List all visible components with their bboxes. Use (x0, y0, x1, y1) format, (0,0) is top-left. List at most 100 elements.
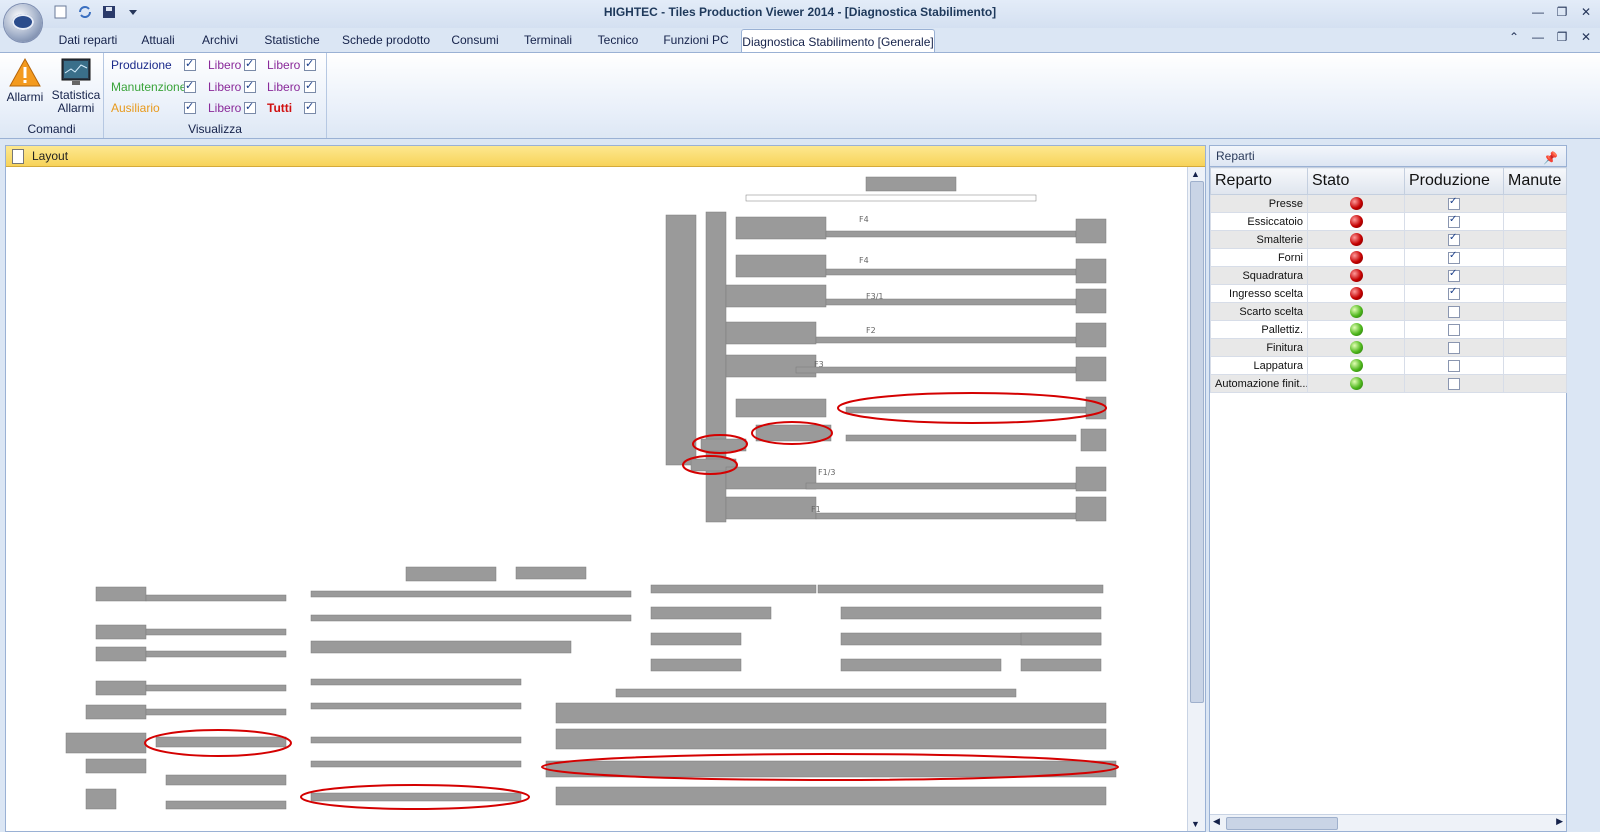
close-icon[interactable]: ✕ (1578, 5, 1594, 19)
libero-label-2: Libero (208, 80, 242, 94)
table-row[interactable]: Essiccatoio (1210, 212, 1567, 231)
layout-vertical-scrollbar[interactable]: ▲ ▼ (1187, 167, 1205, 831)
scroll-left-icon[interactable]: ◀ (1213, 816, 1220, 827)
table-row[interactable]: Ingresso scelta (1210, 284, 1567, 303)
produzione-cell (1404, 356, 1504, 375)
tab-attuali[interactable]: Attuali (135, 28, 181, 52)
status-alarm-icon (1349, 197, 1363, 210)
stato-cell (1307, 356, 1405, 375)
column-header-produzione[interactable]: Produzione (1404, 167, 1504, 195)
produzione-row-checkbox[interactable] (1448, 196, 1460, 210)
plant-layout-canvas[interactable]: F4 F4 F3/1 F2 F3 F1/3 F1 (6, 167, 1186, 831)
column-header-stato[interactable]: Stato (1307, 167, 1405, 195)
scroll-up-icon[interactable]: ▲ (1191, 169, 1200, 179)
tab-terminali[interactable]: Terminali (518, 28, 578, 52)
scroll-right-icon[interactable]: ▶ (1556, 816, 1563, 827)
libero-checkbox-2[interactable] (244, 79, 256, 93)
mdi-close-icon[interactable]: ✕ (1578, 30, 1594, 44)
produzione-cell (1404, 374, 1504, 393)
ribbon-tabs: Dati reparti Attuali Archivi Statistiche… (0, 28, 1600, 54)
column-header-manutenzione[interactable]: Manute (1503, 167, 1567, 195)
table-row[interactable]: Lappatura (1210, 356, 1567, 375)
produzione-row-checkbox[interactable] (1448, 359, 1460, 372)
group-comandi: Allarmi Statistica Allarmi Comandi (0, 53, 104, 138)
status-alarm-icon (1349, 215, 1363, 228)
libero-checkbox-4[interactable] (304, 57, 316, 71)
layout-scroll-thumb[interactable] (1190, 181, 1204, 703)
libero-checkbox-1[interactable] (244, 57, 256, 71)
tab-statistiche[interactable]: Statistiche (258, 28, 326, 52)
table-row[interactable]: Squadratura (1210, 266, 1567, 285)
table-row[interactable]: Automazione finit... (1210, 374, 1567, 393)
libero-checkbox-5[interactable] (304, 79, 316, 93)
libero-label-4: Libero (267, 58, 301, 72)
window-controls: — ❐ ✕ (1530, 5, 1594, 19)
mdi-restore-icon[interactable]: ❐ (1554, 30, 1570, 44)
allarmi-button[interactable]: Allarmi (2, 57, 48, 104)
collapse-ribbon-icon[interactable]: ⌃ (1506, 30, 1522, 44)
table-row[interactable]: Smalterie (1210, 230, 1567, 249)
table-row[interactable]: Scarto scelta (1210, 302, 1567, 321)
produzione-row-checkbox[interactable] (1448, 250, 1460, 264)
reparti-horizontal-scrollbar[interactable]: ◀ ▶ (1210, 814, 1566, 831)
reparto-name: Pallettiz. (1210, 320, 1308, 339)
produzione-row-checkbox[interactable] (1448, 305, 1460, 318)
reparti-panel: Reparti 📌 Reparto Stato Produzione Manut… (1209, 145, 1567, 832)
produzione-cell (1404, 302, 1504, 321)
reparto-name: Forni (1210, 248, 1308, 267)
tutti-label: Tutti (267, 101, 293, 115)
produzione-row-checkbox[interactable] (1448, 232, 1460, 246)
plant-label-f4-a: F4 (859, 215, 869, 224)
tab-diagnostica-stabilimento[interactable]: Diagnostica Stabilimento [Generale] (741, 29, 935, 54)
application-menu-button[interactable] (4, 4, 42, 42)
allarmi-label: Allarmi (6, 90, 44, 104)
produzione-cell (1404, 248, 1504, 267)
stato-cell (1307, 266, 1405, 285)
table-row[interactable]: Pallettiz. (1210, 320, 1567, 339)
layout-title: Layout (32, 149, 69, 163)
table-row[interactable]: Forni (1210, 248, 1567, 267)
tab-funzioni-pc[interactable]: Funzioni PC (660, 28, 732, 52)
tab-archivi[interactable]: Archivi (196, 28, 244, 52)
mdi-minimize-icon[interactable]: — (1530, 30, 1546, 44)
reparto-name: Scarto scelta (1210, 302, 1308, 321)
plant-label-f4-b: F4 (859, 256, 869, 265)
tutti-checkbox[interactable] (304, 100, 316, 114)
document-icon (12, 149, 24, 164)
produzione-row-checkbox[interactable] (1448, 377, 1460, 390)
libero-label-3: Libero (208, 101, 242, 115)
pin-icon[interactable]: 📌 (1543, 148, 1558, 168)
statistica-allarmi-button[interactable]: Statistica Allarmi (50, 57, 102, 115)
status-alarm-icon (1349, 233, 1363, 246)
produzione-row-checkbox[interactable] (1448, 268, 1460, 282)
stato-cell (1307, 284, 1405, 303)
plant-label-f1: F1 (811, 505, 821, 514)
produzione-checkbox[interactable] (184, 57, 196, 71)
reparti-title: Reparti (1216, 149, 1255, 163)
tab-schede-prodotto[interactable]: Schede prodotto (340, 28, 432, 52)
stato-cell (1307, 302, 1405, 321)
reparti-scroll-thumb[interactable] (1226, 817, 1338, 830)
status-alarm-icon (1349, 251, 1363, 264)
tab-tecnico[interactable]: Tecnico (592, 28, 644, 52)
table-row[interactable]: Presse (1210, 194, 1567, 213)
minimize-icon[interactable]: — (1530, 5, 1546, 19)
reparto-name: Ingresso scelta (1210, 284, 1308, 303)
ausiliario-checkbox[interactable] (184, 100, 196, 114)
produzione-row-checkbox[interactable] (1448, 341, 1460, 354)
stato-cell (1307, 320, 1405, 339)
manutenzione-checkbox[interactable] (184, 79, 196, 93)
statistica-label-2: Allarmi (57, 101, 95, 115)
app-logo-icon (12, 14, 34, 30)
produzione-row-checkbox[interactable] (1448, 323, 1460, 336)
column-header-reparto[interactable]: Reparto (1210, 167, 1308, 195)
libero-checkbox-3[interactable] (244, 100, 256, 114)
produzione-row-checkbox[interactable] (1448, 286, 1460, 300)
restore-icon[interactable]: ❐ (1554, 5, 1570, 19)
scroll-down-icon[interactable]: ▼ (1191, 819, 1200, 829)
produzione-row-checkbox[interactable] (1448, 214, 1460, 228)
table-row[interactable]: Finitura (1210, 338, 1567, 357)
produzione-cell (1404, 212, 1504, 231)
tab-consumi[interactable]: Consumi (448, 28, 502, 52)
tab-dati-reparti[interactable]: Dati reparti (55, 28, 121, 52)
